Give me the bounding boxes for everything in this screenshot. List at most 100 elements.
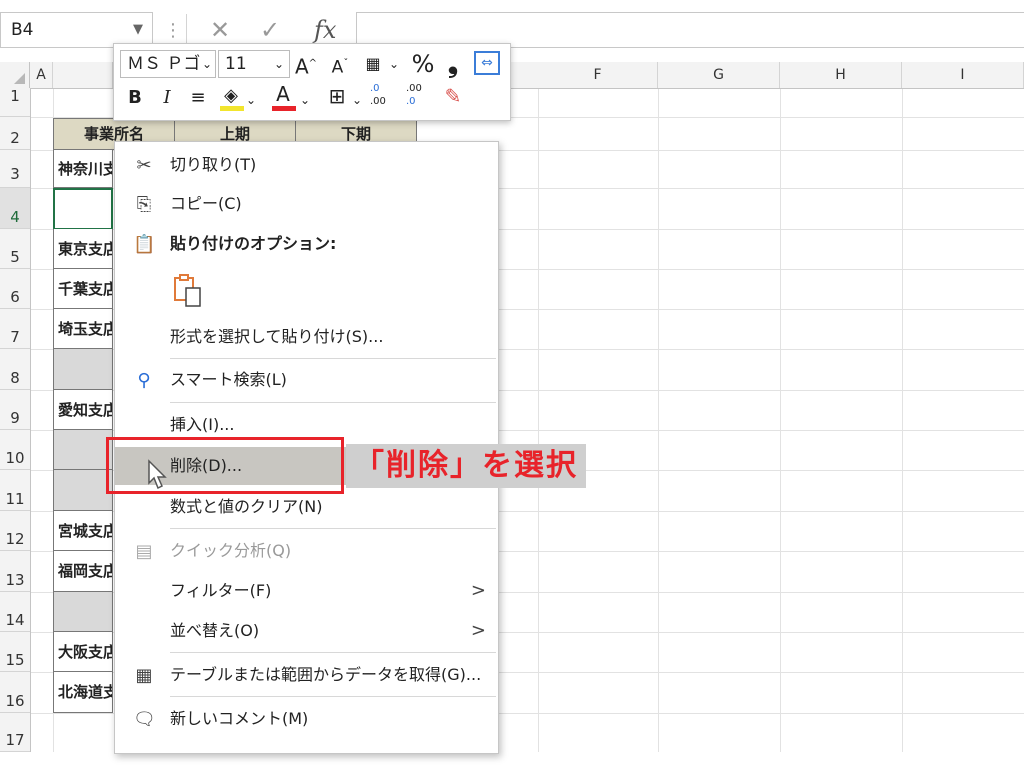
- menu-item-filter[interactable]: フィルター(F) >: [115, 572, 498, 610]
- shrink-font-button[interactable]: Aˇ: [328, 52, 352, 80]
- cell-b11[interactable]: [53, 470, 113, 511]
- menu-label: クイック分析(Q): [170, 541, 292, 560]
- cell-b13[interactable]: 福岡支店: [53, 551, 113, 592]
- menu-item-get-data[interactable]: ▦ テーブルまたは範囲からデータを取得(G)...: [115, 656, 498, 694]
- percent-style-button[interactable]: %: [410, 52, 436, 76]
- quick-analysis-icon: ▤: [135, 541, 153, 562]
- font-name-value: ＭＳ Ｐゴ: [127, 54, 201, 74]
- cell-b12[interactable]: 宮城支店: [53, 511, 113, 551]
- cell-b6[interactable]: 千葉支店: [53, 269, 113, 309]
- cell-b10[interactable]: [53, 430, 113, 470]
- italic-button[interactable]: I: [156, 86, 178, 110]
- cell-b5[interactable]: 東京支店: [53, 229, 113, 269]
- submenu-arrow-icon: >: [470, 580, 486, 601]
- mini-toolbar: ＭＳ Ｐゴ ⌄ 11 ⌄ A^ Aˇ ▦ ⌄ % ❟ ⇔ B I ≡ ◈ ⌄ A…: [113, 43, 511, 121]
- cell-b3[interactable]: 神奈川支: [53, 150, 113, 188]
- borders-dropdown-icon[interactable]: ⌄: [350, 88, 364, 112]
- smart-lookup-icon: ⚲: [137, 370, 151, 391]
- menu-label: 切り取り(T): [170, 155, 257, 174]
- active-cell-b4[interactable]: [53, 188, 113, 230]
- row-header-5[interactable]: 5: [0, 229, 30, 269]
- menu-separator: [170, 696, 496, 697]
- font-color-dropdown-icon[interactable]: ⌄: [298, 88, 312, 112]
- font-color-button[interactable]: A: [270, 82, 296, 106]
- row-header-1[interactable]: 1: [0, 88, 30, 117]
- fill-color-swatch: [220, 106, 244, 111]
- formula-bar-grip-icon: ⋮: [164, 20, 182, 41]
- menu-item-paste-special[interactable]: 形式を選択して貼り付け(S)...: [115, 318, 498, 356]
- font-color-swatch: [272, 106, 296, 111]
- row-header-10[interactable]: 10: [0, 430, 30, 470]
- row-header-2[interactable]: 2: [0, 117, 30, 150]
- paste-icon: [174, 274, 201, 307]
- column-header-i[interactable]: I: [902, 62, 1024, 88]
- fill-color-icon[interactable]: ◈: [218, 84, 244, 108]
- cell-styles-dropdown-icon[interactable]: ⌄: [388, 52, 400, 76]
- menu-label: フィルター(F): [170, 581, 272, 600]
- menu-item-sort[interactable]: 並べ替え(O) >: [115, 612, 498, 650]
- row-header-15[interactable]: 15: [0, 632, 30, 672]
- shrink-font-letter: A: [331, 57, 344, 78]
- bold-button[interactable]: B: [124, 86, 146, 110]
- column-header-b[interactable]: [53, 62, 113, 88]
- row-header-11[interactable]: 11: [0, 470, 30, 511]
- comma-style-button[interactable]: ❟: [442, 51, 464, 77]
- menu-label: 形式を選択して貼り付け(S)...: [170, 327, 384, 346]
- menu-item-smart-lookup[interactable]: ⚲ スマート検索(L): [115, 361, 498, 399]
- cell-b15[interactable]: 大阪支店: [53, 632, 113, 672]
- menu-item-quick-analysis: ▤ クイック分析(Q): [115, 532, 498, 570]
- menu-label: 新しいコメント(M): [170, 709, 309, 728]
- decrease-decimal-bottom: .0: [406, 96, 416, 107]
- cell-b7[interactable]: 埼玉支店: [53, 309, 113, 349]
- submenu-arrow-icon: >: [470, 620, 486, 641]
- cell-b14[interactable]: [53, 592, 113, 632]
- menu-separator: [170, 528, 496, 529]
- row-header-14[interactable]: 14: [0, 592, 30, 632]
- menu-item-cut[interactable]: ✂ 切り取り(T): [115, 146, 498, 184]
- row-header-17[interactable]: 17: [0, 713, 30, 752]
- row-header-4[interactable]: 4: [0, 188, 30, 229]
- borders-icon[interactable]: ⊞: [324, 84, 350, 108]
- menu-label: コピー(C): [170, 194, 242, 213]
- cell-styles-icon[interactable]: ▦: [358, 52, 388, 76]
- annotation-label: 「削除」を選択: [346, 444, 586, 488]
- column-header-h[interactable]: H: [780, 62, 902, 88]
- align-center-icon[interactable]: ≡: [186, 86, 210, 110]
- row-header-16[interactable]: 16: [0, 672, 30, 713]
- autofit-width-icon[interactable]: ⇔: [474, 51, 500, 75]
- row-header-6[interactable]: 6: [0, 269, 30, 309]
- menu-item-copy[interactable]: ⎘ コピー(C): [115, 185, 498, 223]
- row-header-8[interactable]: 8: [0, 349, 30, 390]
- increase-decimal-button[interactable]: .0 .00: [370, 82, 400, 108]
- column-header-f[interactable]: F: [538, 62, 658, 88]
- paste-button[interactable]: [172, 274, 204, 308]
- format-painter-icon[interactable]: ✎: [440, 84, 466, 108]
- menu-separator: [170, 652, 496, 653]
- grow-font-button[interactable]: A^: [294, 52, 318, 79]
- cell-b9[interactable]: 愛知支店: [53, 390, 113, 430]
- menu-label: スマート検索(L): [170, 370, 287, 389]
- decrease-decimal-button[interactable]: .00 .0: [406, 82, 436, 108]
- menu-item-paste-options: 📋 貼り付けのオプション:: [115, 225, 498, 263]
- menu-item-new-comment[interactable]: 🗨 新しいコメント(M): [115, 700, 498, 738]
- font-size-dropdown-icon[interactable]: ⌄: [272, 52, 286, 76]
- font-size-value: 11: [225, 54, 247, 74]
- column-header-g[interactable]: G: [658, 62, 780, 88]
- row-header-12[interactable]: 12: [0, 511, 30, 551]
- cell-b8[interactable]: [53, 349, 113, 390]
- row-header-7[interactable]: 7: [0, 309, 30, 349]
- menu-separator: [170, 358, 496, 359]
- row-header-9[interactable]: 9: [0, 390, 30, 430]
- select-all-triangle-icon: [14, 73, 25, 84]
- cell-b16[interactable]: 北海道支: [53, 672, 113, 713]
- row-header-bar: 1 2 3 4 5 6 7 8 9 10 11 12 13 14 15 16 1…: [0, 88, 31, 752]
- fill-color-dropdown-icon[interactable]: ⌄: [244, 88, 258, 112]
- name-box-dropdown-icon[interactable]: ▼: [128, 16, 148, 44]
- row-header-13[interactable]: 13: [0, 551, 30, 592]
- annotation-highlight-box: [106, 437, 344, 494]
- row-header-3[interactable]: 3: [0, 150, 30, 188]
- paste-icon: 📋: [133, 234, 156, 255]
- grow-font-letter: A: [294, 54, 309, 79]
- column-header-a[interactable]: A: [30, 62, 53, 88]
- font-name-dropdown-icon[interactable]: ⌄: [200, 52, 214, 76]
